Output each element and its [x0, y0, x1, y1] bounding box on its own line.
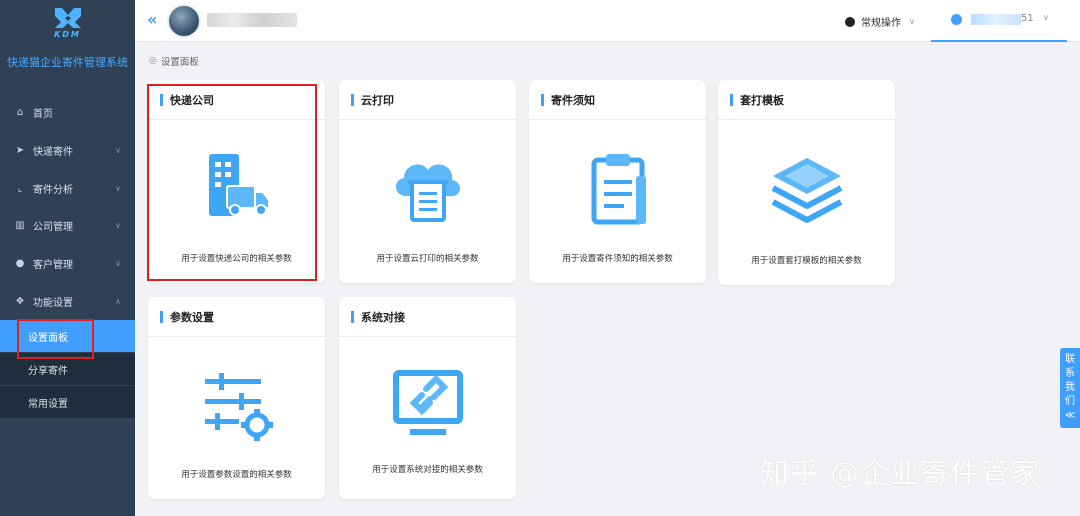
clipboard-icon — [529, 152, 706, 228]
sidebar-item-function[interactable]: ❖ 功能设置 ∧ — [0, 282, 135, 320]
double-chevron-left-icon[interactable]: « — [147, 10, 157, 29]
chart-icon: ⌞ — [17, 182, 23, 194]
card-title: 寄件须知 — [529, 80, 706, 120]
card-params[interactable]: 参数设置 用于设置参数设置的相关参数 — [148, 297, 325, 499]
sidebar-item-label: 客户管理 — [33, 259, 73, 271]
card-notice[interactable]: 寄件须知 用于设置寄件须知的相关参数 — [529, 80, 706, 283]
contact-us-tab[interactable]: 联 系 我 们 ≪ — [1060, 348, 1080, 428]
card-cloud-print[interactable]: 云打印 用于设置云打印的相关参数 — [339, 80, 516, 283]
double-chevron-left-icon: ≪ — [1064, 410, 1076, 421]
card-desc: 用于设置寄件须知的相关参数 — [562, 254, 673, 264]
card-desc: 用于设置参数设置的相关参数 — [181, 470, 292, 480]
sidebar-item-company[interactable]: ▥ 公司管理 ∨ — [0, 206, 135, 244]
contact-char: 我 — [1065, 382, 1075, 393]
chevron-down-icon: ∨ — [115, 183, 121, 193]
sidebar-item-label: 首页 — [33, 108, 53, 120]
card-title: 参数设置 — [148, 297, 325, 337]
avatar[interactable] — [167, 4, 201, 38]
sidebar-item-send[interactable]: ➤ 快递寄件 ∨ — [0, 131, 135, 169]
contact-char: 联 — [1065, 354, 1075, 365]
sidebar-item-label: 公司管理 — [33, 221, 73, 233]
sidebar-item-label: 寄件分析 — [33, 184, 73, 196]
chevron-down-icon: ∨ — [1043, 13, 1049, 22]
user-menu[interactable]: 51 ∨ — [931, 0, 1067, 42]
blurred-username — [207, 13, 297, 27]
ops-icon — [845, 16, 855, 27]
user-circle-icon — [951, 14, 962, 25]
chevron-up-icon: ∧ — [115, 296, 121, 306]
watermark: 知乎 @企业寄件管家 — [760, 456, 1041, 490]
sidebar: KDM 快递猫企业寄件管理系统 ⌂ 首页 ➤ 快递寄件 ∨ ⌞ 寄件分析 ∨ ▥… — [0, 0, 135, 516]
card-title: 系统对接 — [339, 297, 516, 337]
ops-menu[interactable]: 常规操作 ∨ — [845, 14, 915, 29]
home-icon: ⌂ — [16, 106, 24, 118]
sidebar-item-label: 功能设置 — [33, 297, 73, 309]
logo-text: KDM — [54, 30, 81, 39]
card-integration[interactable]: 系统对接 用于设置系统对接的相关参数 — [339, 297, 516, 499]
blurred-account — [971, 14, 1021, 25]
card-template[interactable]: 套打模板 用于设置套打模板的相关参数 — [718, 80, 895, 285]
logo[interactable]: KDM — [0, 6, 135, 39]
contact-char: 系 — [1065, 368, 1075, 379]
card-desc: 用于设置云打印的相关参数 — [376, 254, 479, 264]
send-icon: ➤ — [15, 144, 25, 156]
card-desc: 用于设置套打模板的相关参数 — [751, 256, 862, 266]
user-icon: ● — [15, 257, 25, 269]
card-title: 套打模板 — [718, 80, 895, 120]
sidebar-item-customer[interactable]: ● 客户管理 ∨ — [0, 244, 135, 282]
breadcrumb-label: 设置面板 — [160, 57, 199, 68]
function-icon: ❖ — [15, 295, 25, 307]
sidebar-item-label: 快递寄件 — [33, 146, 73, 158]
contact-char: 们 — [1065, 396, 1075, 407]
sidebar-item-analysis[interactable]: ⌞ 寄件分析 ∨ — [0, 169, 135, 207]
topbar: « 常规操作 ∨ 51 ∨ — [135, 0, 1080, 42]
highlight-box — [17, 319, 94, 359]
chevron-down-icon: ∨ — [115, 258, 121, 268]
ops-label: 常规操作 — [861, 18, 901, 29]
sidebar-item-home[interactable]: ⌂ 首页 — [0, 93, 135, 131]
breadcrumb: ◎ 设置面板 — [149, 54, 199, 68]
chevron-down-icon: ∨ — [115, 145, 121, 155]
sidebar-subitem-common[interactable]: 常用设置 — [0, 386, 135, 418]
location-pin-icon: ◎ — [149, 56, 157, 66]
cloud-print-icon — [339, 152, 516, 224]
building-icon: ▥ — [15, 219, 25, 231]
chevron-down-icon: ∨ — [909, 17, 915, 26]
monitor-link-icon — [339, 369, 516, 441]
highlight-box — [147, 84, 317, 281]
chevron-down-icon: ∨ — [115, 220, 121, 230]
kdm-logo-icon — [54, 8, 81, 28]
card-title: 云打印 — [339, 80, 516, 120]
account-suffix: 51 — [1021, 13, 1034, 24]
sliders-gear-icon — [148, 369, 325, 445]
app-brand: 快递猫企业寄件管理系统 — [7, 56, 128, 69]
layers-icon — [718, 152, 895, 228]
card-desc: 用于设置系统对接的相关参数 — [372, 465, 483, 475]
